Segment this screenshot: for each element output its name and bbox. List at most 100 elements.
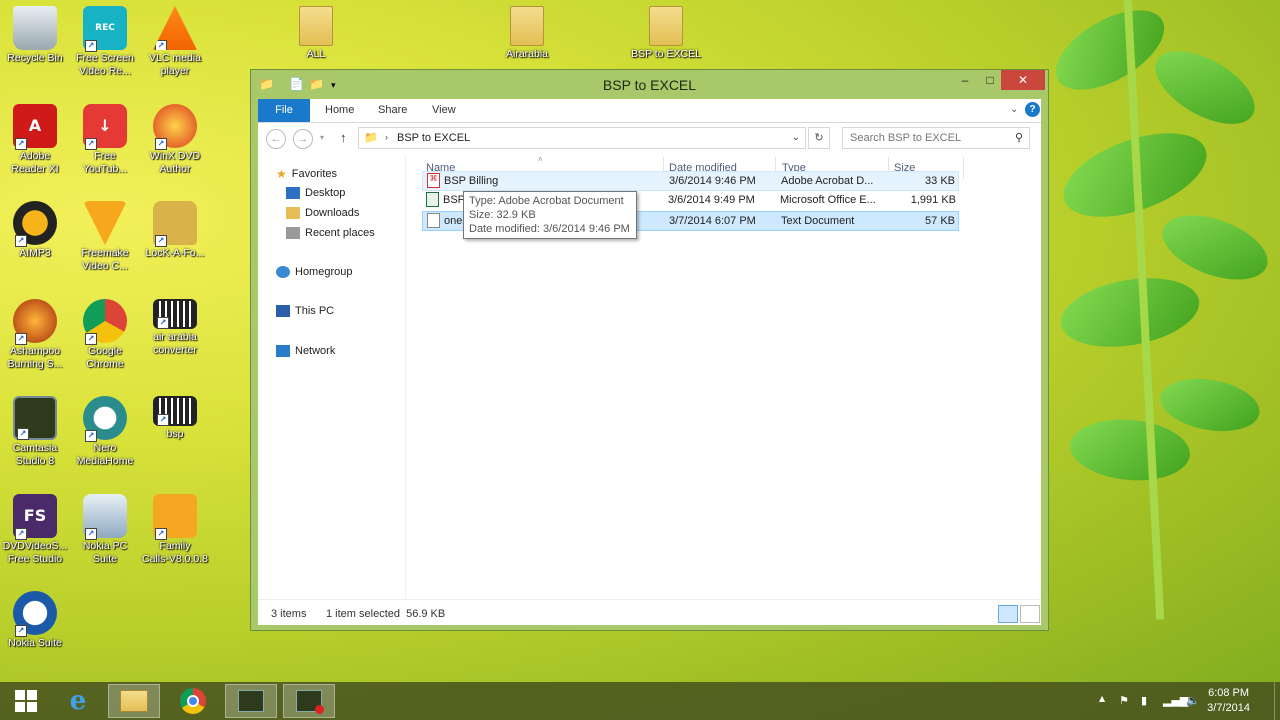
breadcrumb-chevron-icon[interactable]: › xyxy=(385,132,388,142)
desktop-icon-label: bsp xyxy=(166,428,184,440)
wallpaper-leaf xyxy=(1143,36,1267,139)
wallpaper-leaf xyxy=(1055,268,1205,357)
tooltip-date: Date modified: 3/6/2014 9:46 PM xyxy=(469,223,630,235)
search-input[interactable]: Search BSP to EXCEL ⚲ xyxy=(842,127,1030,149)
homegroup-icon xyxy=(276,266,290,278)
minimize-button[interactable]: – xyxy=(951,70,979,90)
tab-home[interactable]: Home xyxy=(312,99,367,122)
desktop-folder-airarabia[interactable]: Airarabia xyxy=(492,6,562,61)
large-icons-view-button[interactable] xyxy=(1020,605,1040,623)
shortcut-arrow-icon: ↗ xyxy=(155,137,167,150)
shortcut-arrow-icon: ↗ xyxy=(15,235,27,247)
content-area: ★ Favorites Desktop Downloads Recent plac… xyxy=(258,155,1041,599)
nav-item-favorites[interactable]: ★ Favorites xyxy=(276,167,337,181)
nav-item-homegroup[interactable]: Homegroup xyxy=(276,266,352,278)
nav-item-network[interactable]: Network xyxy=(276,345,335,357)
youtube-downloader-icon: ↓ ↗ xyxy=(83,103,127,150)
desktop-icon-1[interactable]: Recycle Bin xyxy=(0,6,70,65)
expand-ribbon-icon[interactable]: ⌄ xyxy=(1010,104,1018,115)
path-box[interactable]: 📁 › BSP to EXCEL ⌄ xyxy=(358,127,806,149)
show-desktop-button[interactable] xyxy=(1274,682,1280,720)
breadcrumb[interactable]: BSP to EXCEL xyxy=(397,132,470,144)
desktop-icon-8[interactable]: ↗ Freemake Video C... xyxy=(70,201,140,273)
desktop-icon-5[interactable]: ↓ ↗ Free YouTub... xyxy=(70,103,140,176)
desktop-icon-14[interactable]: ↗ Nero MediaHome xyxy=(70,396,140,468)
maximize-button[interactable]: □ xyxy=(976,70,1004,90)
tab-share[interactable]: Share xyxy=(365,99,420,122)
desktop-icon-label: Free YouTub... xyxy=(82,149,128,175)
wallpaper-leaf xyxy=(1067,414,1193,486)
taskbar-camtasia-recorder[interactable] xyxy=(283,684,335,718)
chrome-icon: ↗ xyxy=(83,298,127,345)
desktop-icon-3[interactable]: ↗ VLC media player xyxy=(140,6,210,78)
sort-up-icon: ˄ xyxy=(538,155,543,164)
forward-button[interactable]: → xyxy=(293,129,313,149)
taskbar-camtasia[interactable] xyxy=(225,684,277,718)
dvdvideosoft-icon: FS ↗ xyxy=(13,493,57,540)
desktop-icon-7[interactable]: ↗ AIMP3 xyxy=(0,201,70,260)
back-button[interactable]: ← xyxy=(266,129,286,149)
refresh-button[interactable]: ↻ xyxy=(808,127,830,149)
file-size: 1,991 KB xyxy=(910,194,956,206)
desktop-icon-16[interactable]: FS ↗ DVDVideoS... Free Studio xyxy=(0,493,70,566)
desktop-icon-12[interactable]: ↗ air arabia converter xyxy=(140,298,210,357)
item-count: 3 items xyxy=(271,608,307,620)
details-view-button[interactable] xyxy=(998,605,1018,623)
desktop-icon-label: Ashampoo Burning S... xyxy=(7,344,63,370)
desktop-icon-4[interactable]: A ↗ Adobe Reader XI xyxy=(0,103,70,176)
internet-explorer-icon: e xyxy=(69,686,87,716)
recent-locations-icon[interactable]: ▾ xyxy=(320,133,324,142)
desktop-icon-13[interactable]: ↗ Camtasia Studio 8 xyxy=(0,396,70,468)
power-icon[interactable]: ▮ xyxy=(1141,694,1147,707)
tab-file[interactable]: File xyxy=(258,99,310,122)
lock-folder-icon: ↗ xyxy=(153,201,197,247)
start-button[interactable] xyxy=(0,684,52,718)
file-size: 33 KB xyxy=(925,175,955,187)
chevron-down-icon[interactable]: ⌄ xyxy=(792,132,800,143)
desktop-icon-18[interactable]: ↗ Family Calls-V8.0.0.8 xyxy=(140,493,210,566)
network-signal-icon[interactable]: ▂▄▆ xyxy=(1163,694,1188,707)
desktop-icon-6[interactable]: ↗ WinX DVD Author xyxy=(140,103,210,176)
action-center-icon[interactable]: ⚑ xyxy=(1119,694,1129,707)
desktop-icon-10[interactable]: ↗ Ashampoo Burning S... xyxy=(0,298,70,371)
file-name: BSP Billing xyxy=(444,175,499,187)
help-icon[interactable]: ? xyxy=(1025,102,1040,117)
taskbar-internet-explorer[interactable]: e xyxy=(52,684,104,718)
desktop-icon-11[interactable]: ↗ Google Chrome xyxy=(70,298,140,371)
column-divider[interactable] xyxy=(963,157,964,179)
nav-item-downloads[interactable]: Downloads xyxy=(286,207,359,219)
address-bar: ← → ▾ ↑ 📁 › BSP to EXCEL ⌄ ↻ Search BSP … xyxy=(258,123,1041,155)
desktop-icon-9[interactable]: ↗ LocK-A-Fo... xyxy=(140,201,210,260)
volume-icon[interactable]: 🔈 xyxy=(1186,694,1200,707)
nav-item-this-pc[interactable]: This PC xyxy=(276,305,334,317)
shortcut-arrow-icon: ↗ xyxy=(85,40,97,52)
desktop-icon-label: Recycle Bin xyxy=(7,52,63,64)
nav-item-recent-places[interactable]: Recent places xyxy=(286,227,375,239)
explorer-window[interactable]: 📁 📄 📁 ▾ BSP to EXCEL – □ ✕ File Home Sha… xyxy=(250,69,1049,631)
desktop-icon-17[interactable]: ↗ Nokia PC Suite xyxy=(70,493,140,566)
desktop-folder-all[interactable]: ALL xyxy=(281,6,351,61)
navigation-pane: ★ Favorites Desktop Downloads Recent plac… xyxy=(258,155,406,599)
desktop-icon-label: VLC media player xyxy=(149,52,201,77)
show-hidden-icons[interactable]: ▲ xyxy=(1099,694,1105,703)
title-bar[interactable]: 📁 📄 📁 ▾ BSP to EXCEL – □ ✕ xyxy=(251,70,1048,100)
desktop-icon-15[interactable]: ↗ bsp xyxy=(140,396,210,441)
clock[interactable]: 6:08 PM 3/7/2014 xyxy=(1207,686,1250,716)
table-row[interactable]: ⌘ BSP Billing 3/6/2014 9:46 PM Adobe Acr… xyxy=(422,171,959,191)
close-button[interactable]: ✕ xyxy=(1001,70,1045,90)
up-button[interactable]: ↑ xyxy=(340,130,347,145)
shortcut-arrow-icon: ↗ xyxy=(157,316,169,329)
tab-view[interactable]: View xyxy=(419,99,469,122)
desktop-icon-label: AIMP3 xyxy=(19,247,51,259)
desktop-icon-label: Family Calls-V8.0.0.8 xyxy=(142,539,208,565)
nav-item-desktop[interactable]: Desktop xyxy=(286,187,345,199)
desktop-icon-19[interactable]: ↗ Nokia Suite xyxy=(0,591,70,650)
folder-icon xyxy=(299,6,333,46)
file-type: Text Document xyxy=(781,215,855,227)
taskbar-chrome[interactable] xyxy=(167,684,219,718)
file-date: 3/6/2014 9:46 PM xyxy=(669,175,756,187)
desktop-icon-2[interactable]: REC ↗ Free Screen Video Re... xyxy=(70,6,140,78)
desktop-folder-bsp-to-excel[interactable]: BSP to EXCEL xyxy=(631,6,701,61)
taskbar-file-explorer[interactable] xyxy=(108,684,160,718)
file-type: Microsoft Office E... xyxy=(780,194,876,206)
